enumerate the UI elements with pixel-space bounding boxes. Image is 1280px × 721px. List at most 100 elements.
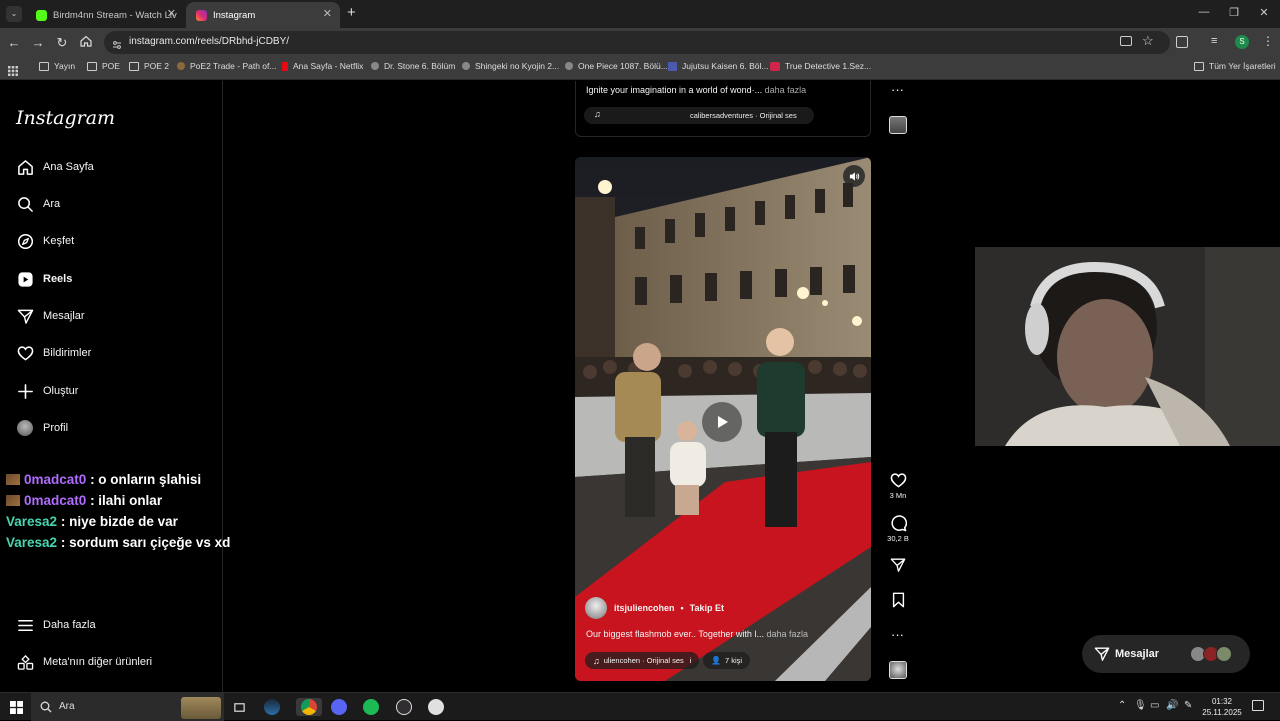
bookmark-link[interactable]: True Detective 1.Sez...: [770, 61, 871, 71]
nav-home[interactable]: Ana Sayfa: [16, 155, 94, 179]
nav-create[interactable]: Oluştur: [16, 379, 78, 403]
forward-arrow-icon[interactable]: →: [30, 35, 46, 51]
address-bar[interactable]: instagram.com/reels/DRbhd-jCDBY/ ☆: [104, 31, 1170, 54]
folder-icon: [87, 61, 97, 71]
bookmark-label: One Piece 1087. Bölü...: [578, 61, 668, 71]
close-tab-icon[interactable]: ✕: [167, 7, 176, 20]
home-icon[interactable]: [78, 35, 94, 51]
heart-icon: [16, 344, 34, 362]
save-action[interactable]: [887, 591, 909, 611]
messages-pill[interactable]: Mesajlar: [1082, 635, 1250, 673]
previous-reel-audio[interactable]: ♫ calibersadventures · Orijinal ses: [584, 107, 814, 124]
apps-grid-icon[interactable]: [8, 63, 18, 76]
nav-notifications[interactable]: Bildirimler: [16, 341, 91, 365]
chat-text: : sordum sarı çiçeğe vs xd: [60, 535, 231, 550]
share-action[interactable]: [887, 556, 909, 576]
nav-search[interactable]: Ara: [16, 192, 60, 216]
obs-icon[interactable]: [395, 698, 413, 716]
bookmark-folder[interactable]: POE 2: [129, 61, 169, 71]
pen-icon[interactable]: ✎: [1184, 700, 1192, 711]
previous-reel-card[interactable]: Ignite your imagination in a world of wo…: [575, 81, 871, 137]
volume-icon[interactable]: 🔊: [1166, 700, 1178, 711]
bookmark-link[interactable]: PoE2 Trade - Path of...: [177, 61, 276, 71]
author-avatar[interactable]: [585, 597, 607, 619]
bookmark-link[interactable]: Dr. Stone 6. Bölüm: [371, 61, 455, 71]
chat-text: : niye bizde de var: [60, 514, 178, 529]
new-tab-button[interactable]: +: [347, 4, 356, 21]
like-action[interactable]: 3 Mn: [887, 471, 909, 500]
spotify-icon[interactable]: [362, 698, 380, 716]
volume-button[interactable]: [843, 165, 865, 187]
bookmark-star-icon[interactable]: ☆: [1142, 33, 1154, 49]
nav-meta-products[interactable]: Meta'nın diğer ürünleri: [16, 650, 152, 674]
steam-icon[interactable]: [263, 698, 281, 716]
taskbar-search[interactable]: Ara: [31, 693, 224, 721]
bookmark-link[interactable]: Shingeki no Kyojin 2...: [462, 61, 559, 71]
site-info-icon[interactable]: [112, 37, 122, 49]
more-link[interactable]: daha fazla: [765, 85, 807, 95]
media-controls-icon[interactable]: ≡: [1211, 35, 1217, 47]
caption-ellipsis: ...: [754, 85, 765, 95]
previous-audio-thumbnail[interactable]: [889, 116, 907, 134]
compass-icon: [16, 232, 34, 250]
bookmark-folder[interactable]: POE: [87, 61, 120, 71]
reel-audio-pill[interactable]: ♫ uliencohen · Orijinal ses i: [585, 652, 700, 669]
people-tag-pill[interactable]: 👤 7 kişi: [703, 652, 751, 669]
chat-username: Varesa2: [6, 514, 58, 529]
nav-profile[interactable]: Profil: [16, 416, 68, 440]
close-window-icon[interactable]: ✕: [1257, 6, 1271, 19]
comment-count: 30,2 B: [887, 534, 909, 543]
extensions-icon[interactable]: [1176, 36, 1188, 48]
tray-overflow-icon[interactable]: ⌃: [1118, 700, 1126, 711]
nav-label: Ara: [43, 198, 61, 210]
bookmark-link[interactable]: Jujutsu Kaisen 6. Böl...: [668, 61, 768, 71]
author-username[interactable]: itsjuliencohen: [614, 603, 675, 613]
more-link[interactable]: daha fazla: [766, 629, 808, 639]
close-tab-icon[interactable]: ✕: [323, 7, 332, 20]
windows-start-icon[interactable]: [7, 698, 25, 716]
more-options-icon[interactable]: ···: [891, 627, 904, 642]
discord-icon[interactable]: [330, 698, 348, 716]
reload-icon[interactable]: ↻: [54, 35, 70, 51]
netflix-icon: [282, 61, 288, 71]
browser-menu-icon[interactable]: ⋮: [1262, 34, 1274, 48]
profile-avatar[interactable]: S: [1235, 35, 1249, 49]
tab-instagram[interactable]: Instagram ✕: [186, 2, 340, 28]
nav-explore[interactable]: Keşfet: [16, 229, 74, 253]
reels-icon: [16, 270, 34, 288]
all-bookmarks-folder[interactable]: Tüm Yer İşaretleri: [1194, 61, 1276, 71]
nav-label: Profil: [43, 422, 69, 434]
task-view-icon[interactable]: [230, 698, 248, 716]
chrome-icon[interactable]: [296, 698, 322, 716]
tab-kick-stream[interactable]: Birdm4nn Stream - Watch Live o ✕: [26, 2, 184, 28]
app-icon[interactable]: [427, 698, 445, 716]
bookmark-link[interactable]: Ana Sayfa - Netflix: [282, 61, 363, 71]
cast-icon[interactable]: [1120, 36, 1132, 46]
instagram-logo[interactable]: Instagram: [16, 107, 115, 129]
previous-more-options-icon[interactable]: ···: [891, 82, 904, 97]
caption-text: Ignite your imagination in a world of wo…: [586, 85, 755, 95]
tab-search-button[interactable]: ⌄: [6, 6, 22, 22]
restore-icon[interactable]: ❐: [1227, 6, 1241, 19]
back-arrow-icon[interactable]: ←: [6, 35, 22, 51]
bookmark-label: True Detective 1.Sez...: [785, 61, 872, 71]
comment-action[interactable]: 30,2 B: [887, 514, 909, 543]
system-clock[interactable]: 01:32 25.11.2025: [1200, 696, 1244, 718]
bookmark-label: Yayın: [54, 61, 76, 71]
microphone-icon[interactable]: 🎙: [1134, 700, 1147, 711]
bookmark-link[interactable]: One Piece 1087. Bölü...: [565, 61, 668, 71]
network-icon[interactable]: ▭: [1150, 700, 1159, 711]
notification-icon[interactable]: [1252, 700, 1264, 711]
audio-thumbnail[interactable]: [889, 661, 907, 679]
play-button[interactable]: [702, 402, 742, 442]
poe-trade-icon: [177, 62, 185, 70]
chat-user-avatar: [6, 495, 20, 506]
nav-reels[interactable]: Reels: [16, 267, 72, 291]
nav-messages[interactable]: Mesajlar: [16, 304, 85, 328]
reel-video[interactable]: itsjuliencohen • Takip Et Our biggest fl…: [575, 157, 871, 681]
play-icon: [718, 416, 728, 428]
minimize-icon[interactable]: —: [1197, 6, 1211, 18]
follow-button[interactable]: Takip Et: [690, 603, 724, 613]
nav-more[interactable]: Daha fazla: [16, 613, 96, 637]
bookmark-folder[interactable]: Yayın: [39, 61, 75, 71]
